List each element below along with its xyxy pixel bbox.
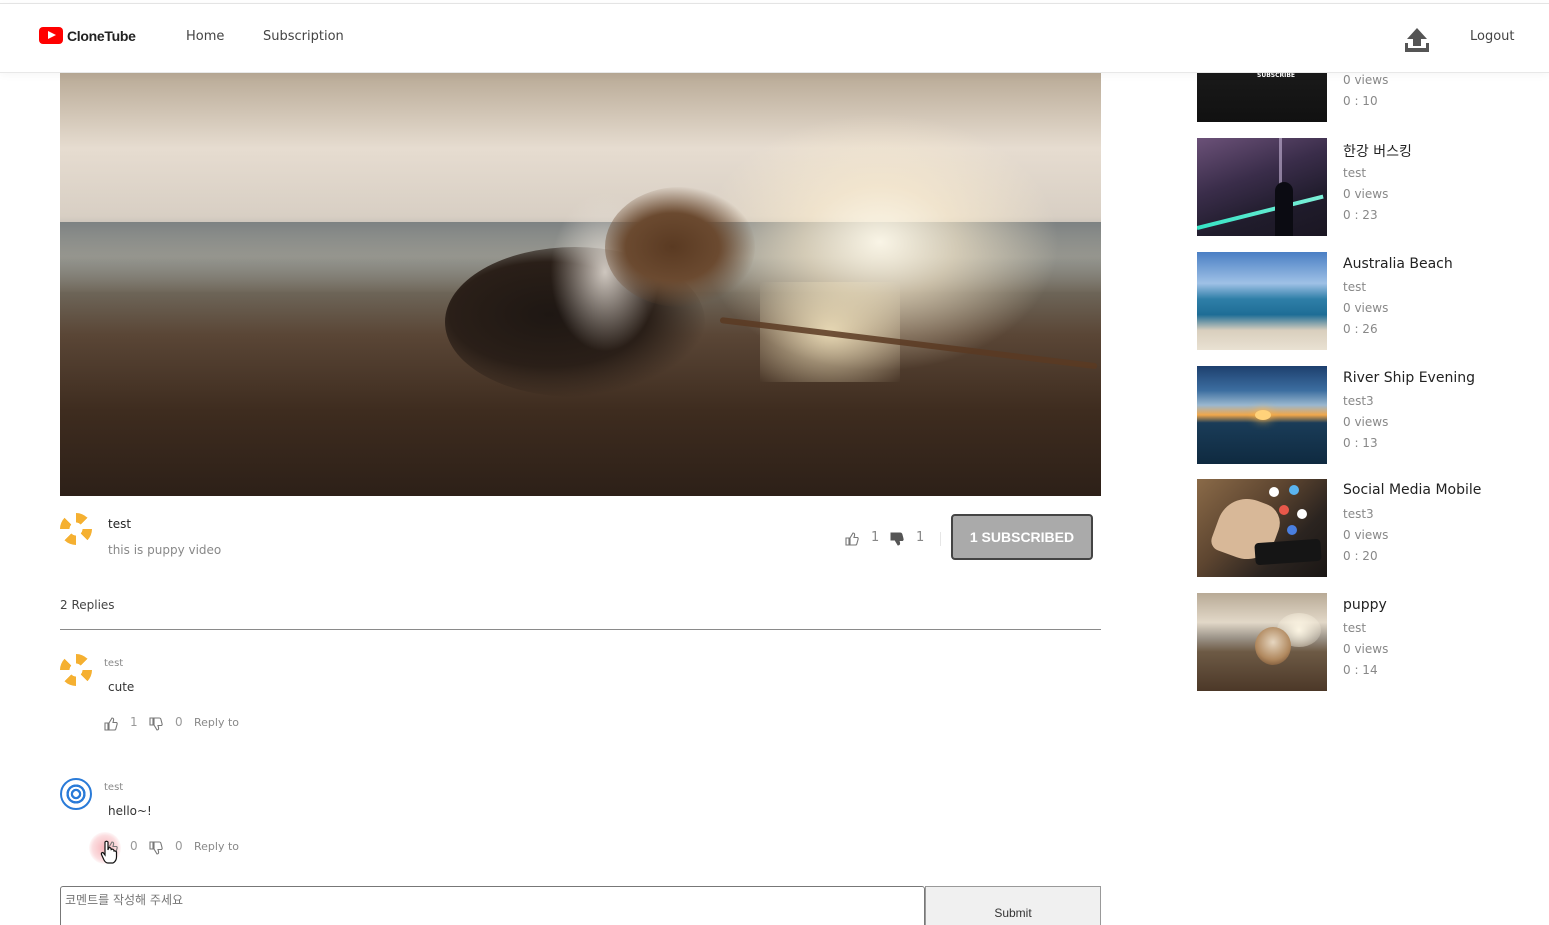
comment-author[interactable]: test [104, 782, 123, 793]
video-duration: 0 : 26 [1343, 322, 1378, 336]
thumbnail-art [1275, 182, 1293, 236]
video-duration: 0 : 13 [1343, 436, 1378, 450]
sidebar-video-item[interactable]: River Ship Evening test3 0 views 0 : 13 [1197, 366, 1527, 464]
comment-text: cute [108, 680, 135, 694]
uploader-avatar[interactable] [60, 513, 92, 545]
video-duration: 0 : 23 [1343, 208, 1378, 222]
reply-to-link[interactable]: Reply to [194, 840, 239, 853]
dislike-count: 1 [916, 530, 925, 545]
thumbnail-art [1255, 410, 1271, 420]
nav-home-link[interactable]: Home [186, 29, 224, 44]
thumbnail-art [1287, 525, 1297, 535]
sidebar-video-item[interactable]: 한강 버스킹 test 0 views 0 : 23 [1197, 138, 1527, 236]
comment-text: hello~! [108, 804, 152, 818]
thumbnail-art [1269, 487, 1279, 497]
subscribe-button[interactable]: 1 SUBSCRIBED [951, 514, 1093, 560]
dislike-filled-icon[interactable] [890, 531, 904, 550]
uploader-name[interactable]: test [108, 517, 131, 531]
comment-dislike-icon[interactable] [149, 716, 163, 735]
like-icon[interactable] [845, 531, 859, 550]
video-views: 0 views [1343, 415, 1389, 429]
comment-dislike-count: 0 [175, 839, 183, 853]
video-views: 0 views [1343, 528, 1389, 542]
comment-like-icon[interactable] [104, 716, 118, 735]
video-views: 0 views [1343, 73, 1389, 87]
logout-link[interactable]: Logout [1470, 29, 1515, 44]
video-uploader: test [1343, 166, 1367, 180]
comment-author[interactable]: test [104, 658, 123, 669]
top-navbar: CloneTube Home Subscription Logout [0, 3, 1549, 73]
like-count: 1 [871, 530, 880, 545]
sidebar-video-item[interactable]: puppy test 0 views 0 : 14 [1197, 593, 1527, 691]
play-logo-icon [39, 27, 63, 44]
video-thumbnail[interactable] [1197, 366, 1327, 464]
video-thumbnail[interactable] [1197, 138, 1327, 236]
video-duration: 0 : 14 [1343, 663, 1378, 677]
sidebar-video-item[interactable]: Social Media Mobile test3 0 views 0 : 20 [1197, 479, 1527, 577]
video-title[interactable]: Social Media Mobile [1343, 482, 1481, 498]
comment-like-count: 1 [130, 715, 138, 729]
thumbnail-art [1289, 485, 1299, 495]
video-frame-dog-head [605, 187, 755, 307]
submit-button[interactable]: Submit [925, 886, 1101, 925]
replies-count: 2 Replies [60, 598, 115, 612]
comment-avatar[interactable] [60, 778, 92, 810]
logo[interactable]: CloneTube [39, 27, 136, 44]
comment-avatar[interactable] [60, 654, 92, 686]
video-title[interactable]: River Ship Evening [1343, 370, 1475, 386]
sidebar-video-item[interactable]: Australia Beach test 0 views 0 : 26 [1197, 252, 1527, 350]
comments-divider [60, 629, 1101, 630]
nav-subscription-link[interactable]: Subscription [263, 29, 344, 44]
comment-dislike-icon[interactable] [149, 840, 163, 859]
comment-like-count: 0 [130, 839, 138, 853]
video-duration: 0 : 10 [1343, 94, 1378, 108]
video-thumbnail[interactable] [1197, 252, 1327, 350]
thumbnail-art [1255, 627, 1291, 665]
video-views: 0 views [1343, 642, 1389, 656]
video-uploader: test [1343, 280, 1367, 294]
thumbnail-art [1279, 505, 1289, 515]
video-title[interactable]: puppy [1343, 597, 1387, 613]
video-views: 0 views [1343, 187, 1389, 201]
video-player[interactable] [60, 72, 1101, 496]
upload-icon[interactable] [1403, 26, 1431, 54]
hand-pointer-cursor-icon [100, 840, 118, 868]
video-uploader: test3 [1343, 507, 1374, 521]
thumbnail-caption: SUBSCRIBE [1257, 72, 1296, 79]
thumbnail-art [1197, 194, 1324, 230]
comment-input[interactable] [60, 886, 925, 925]
video-thumbnail[interactable] [1197, 593, 1327, 691]
thumbnail-art [1297, 509, 1307, 519]
video-views: 0 views [1343, 301, 1389, 315]
page: CloneTube Home Subscription Logout test … [0, 0, 1549, 925]
video-uploader: test3 [1343, 394, 1374, 408]
comment-dislike-count: 0 [175, 715, 183, 729]
logo-text: CloneTube [67, 27, 136, 44]
video-thumbnail[interactable] [1197, 479, 1327, 577]
thumbnail-art [1254, 538, 1322, 566]
video-description: this is puppy video [108, 543, 222, 557]
video-title[interactable]: Australia Beach [1343, 256, 1453, 272]
video-uploader: test [1343, 621, 1367, 635]
reply-to-link[interactable]: Reply to [194, 716, 239, 729]
video-title[interactable]: 한강 버스킹 [1343, 141, 1412, 161]
action-divider [940, 532, 941, 546]
video-duration: 0 : 20 [1343, 549, 1378, 563]
